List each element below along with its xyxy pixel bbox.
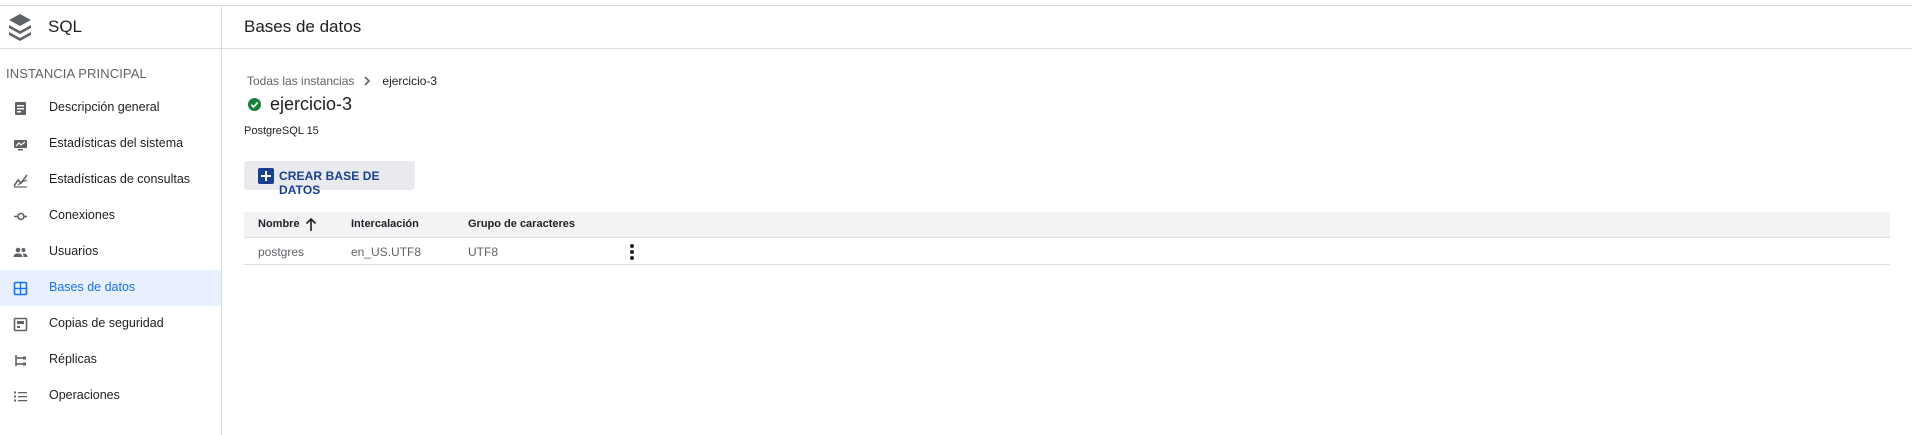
product-title: SQL bbox=[48, 17, 83, 36]
sidebar-item-label: Usuarios bbox=[49, 244, 99, 258]
sidebar-item-label: Descripción general bbox=[49, 100, 160, 114]
sidebar-item-label: Copias de seguridad bbox=[49, 316, 164, 330]
create-database-button[interactable]: CREAR BASE DE DATOS bbox=[244, 161, 415, 197]
sidebar-item-connections[interactable]: Conexiones bbox=[0, 198, 221, 234]
sidebar-item-label: Réplicas bbox=[49, 352, 97, 366]
sidebar-item-overview[interactable]: Descripción general bbox=[0, 90, 221, 126]
column-header-name[interactable]: Nombre bbox=[258, 218, 300, 230]
breadcrumb-current: ejercicio-3 bbox=[382, 74, 438, 88]
chevron-right-icon bbox=[364, 76, 371, 86]
connections-icon bbox=[14, 212, 27, 221]
databases-icon bbox=[13, 281, 28, 296]
replicas-icon bbox=[15, 355, 26, 366]
cell-name: postgres bbox=[258, 245, 305, 259]
instance-title-row: ejercicio-3 bbox=[247, 94, 352, 115]
sidebar-item-label: Conexiones bbox=[49, 208, 116, 222]
sidebar-item-query-insights[interactable]: Estadísticas de consultas bbox=[0, 162, 221, 198]
sidebar-item-label: Estadísticas del sistema bbox=[49, 136, 184, 150]
column-header-charset[interactable]: Grupo de caracteres bbox=[468, 218, 575, 230]
create-database-label: CREAR BASE DE DATOS bbox=[279, 169, 380, 197]
query-insights-icon bbox=[13, 174, 28, 188]
databases-table: Nombre Intercalación Grupo de caracteres… bbox=[244, 212, 1890, 265]
database-version: PostgreSQL 15 bbox=[244, 125, 319, 137]
arrow-up-icon[interactable] bbox=[304, 216, 318, 232]
sidebar-item-backups[interactable]: Copias de seguridad bbox=[0, 306, 221, 342]
page-header: Bases de datos bbox=[222, 6, 1912, 49]
overview-icon bbox=[15, 102, 26, 115]
users-icon bbox=[13, 247, 28, 257]
sidebar-item-system-insights[interactable]: Estadísticas del sistema bbox=[0, 126, 221, 162]
add-icon bbox=[258, 168, 274, 184]
column-header-collation[interactable]: Intercalación bbox=[351, 218, 419, 230]
backups-icon bbox=[13, 317, 28, 332]
sidebar-item-label: Estadísticas de consultas bbox=[49, 172, 191, 186]
more-vert-icon[interactable] bbox=[624, 243, 640, 261]
breadcrumb-all-instances-link[interactable]: Todas las instancias bbox=[247, 74, 354, 88]
sidebar-item-users[interactable]: Usuarios bbox=[0, 234, 221, 270]
sidebar-nav: Descripción general Estadísticas del sis… bbox=[0, 90, 221, 414]
system-insights-icon bbox=[14, 140, 27, 151]
cell-charset: UTF8 bbox=[468, 245, 498, 259]
operations-icon bbox=[14, 391, 27, 402]
product-header: SQL bbox=[0, 6, 221, 49]
sql-logo-icon bbox=[9, 14, 31, 41]
breadcrumb: Todas las instancias ejercicio-3 bbox=[247, 74, 437, 88]
page-title: Bases de datos bbox=[244, 17, 362, 36]
sidebar-item-label: Bases de datos bbox=[49, 280, 136, 294]
sidebar-item-label: Operaciones bbox=[49, 388, 120, 402]
sidebar-section-title: INSTANCIA PRINCIPAL bbox=[6, 66, 147, 81]
instance-name: ejercicio-3 bbox=[270, 94, 353, 114]
cell-collation: en_US.UTF8 bbox=[351, 245, 422, 259]
table-header: Nombre Intercalación Grupo de caracteres bbox=[244, 212, 1890, 238]
sidebar-item-operations[interactable]: Operaciones bbox=[0, 378, 221, 414]
sidebar: SQL INSTANCIA PRINCIPAL Descripción gene… bbox=[0, 6, 222, 435]
check-circle-icon bbox=[248, 98, 261, 111]
sidebar-item-replicas[interactable]: Réplicas bbox=[0, 342, 221, 378]
table-row: postgres en_US.UTF8 UTF8 bbox=[244, 238, 1890, 265]
sidebar-item-databases[interactable]: Bases de datos bbox=[0, 270, 221, 306]
